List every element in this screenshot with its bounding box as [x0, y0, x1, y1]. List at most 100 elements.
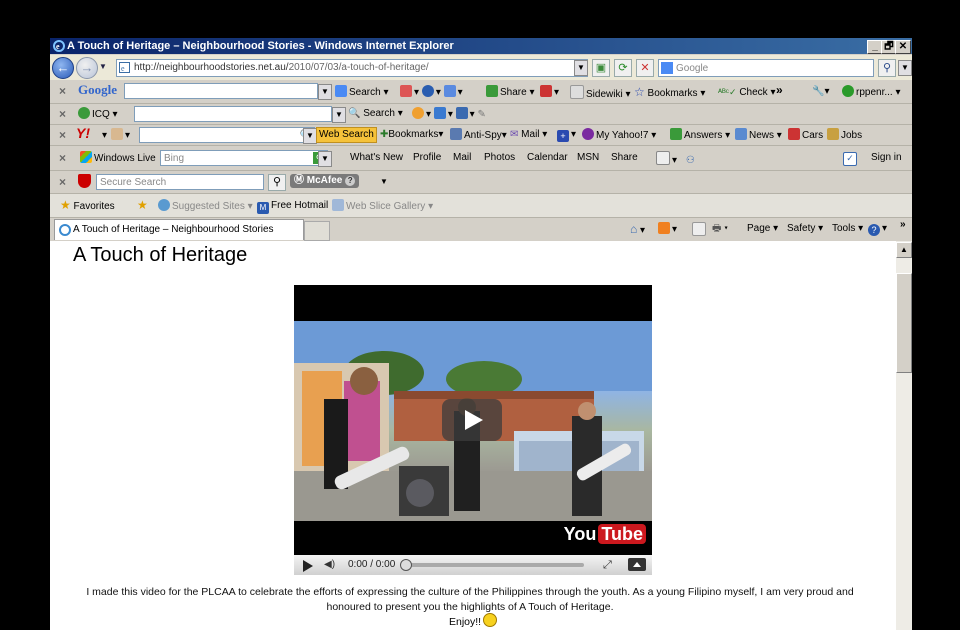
yahoo-plus-button[interactable]: + ▾	[557, 128, 576, 142]
share-label: Share	[500, 87, 527, 98]
live-calendar[interactable]: Calendar	[527, 151, 568, 165]
google-search-button[interactable]: Search ▾	[335, 85, 389, 100]
yahoo-dropdown-icon[interactable]: ▼	[303, 128, 317, 144]
video-thumbnail[interactable]	[294, 321, 652, 521]
refresh-icon[interactable]: ⟳	[614, 59, 632, 77]
mcafee-dropdown-icon[interactable]: ▼	[380, 175, 388, 189]
popout-icon[interactable]	[628, 558, 646, 571]
safety-menu[interactable]: Safety ▾	[787, 222, 823, 236]
close-toolbar-icon[interactable]: ×	[59, 175, 66, 189]
yahoo-bookmarks-button[interactable]: ✚Bookmarks▾	[380, 128, 443, 142]
yahoo-search-input[interactable]: 🔍	[139, 127, 315, 143]
progress-track[interactable]	[404, 563, 584, 567]
search-go-icon[interactable]: ⚲	[878, 59, 896, 77]
more-chevron-icon[interactable]: »	[776, 83, 783, 97]
suggested-sites-icon	[158, 199, 170, 211]
close-toolbar-icon[interactable]: ×	[59, 151, 66, 165]
google-share-button[interactable]: Share ▾	[486, 85, 535, 100]
back-button[interactable]: ←	[52, 57, 74, 79]
sidewiki-button[interactable]: Sidewiki ▾	[570, 85, 631, 102]
progress-handle[interactable]	[400, 559, 412, 571]
home-button[interactable]: ⌂ ▾	[630, 222, 645, 238]
popup-blocker-button[interactable]: ▾	[540, 85, 559, 100]
icq-search-button[interactable]: 🔍 Search ▾	[348, 107, 403, 121]
google-toolbar-input[interactable]	[124, 83, 318, 99]
my-yahoo-button[interactable]: My Yahoo!7 ▾	[582, 128, 656, 143]
favorites-button[interactable]: ★ Favorites	[60, 198, 115, 214]
live-share[interactable]: Share	[611, 151, 638, 165]
more-commands-icon[interactable]: »	[900, 218, 906, 232]
icq-logo[interactable]: ICQ ▾	[78, 107, 118, 122]
stop-icon[interactable]: ✕	[636, 59, 654, 77]
tab-active[interactable]: A Touch of Heritage – Neighbourhood Stor…	[54, 219, 304, 240]
suggested-sites-link[interactable]: Suggested Sites ▾	[158, 199, 253, 214]
forward-button[interactable]: →	[76, 57, 98, 79]
google-search-input[interactable]: Google	[658, 59, 874, 77]
vertical-scrollbar[interactable]: ▲	[896, 241, 912, 630]
read-mail-icon[interactable]	[692, 222, 708, 239]
scroll-up-icon[interactable]: ▲	[896, 242, 912, 258]
volume-icon[interactable]: ◀)	[324, 559, 335, 571]
jobs-button[interactable]: Jobs	[827, 128, 862, 143]
feeds-button[interactable]: ▾	[658, 222, 677, 237]
toolbar-icon-group[interactable]: ▾ ▾ ▾	[400, 85, 463, 100]
bing-dropdown-icon[interactable]: ▼	[318, 151, 332, 167]
answers-button[interactable]: Answers ▾	[670, 128, 730, 143]
globe-icon	[421, 85, 434, 97]
address-dropdown-icon[interactable]: ▼	[574, 60, 588, 76]
sign-in-link[interactable]: Sign in	[871, 151, 902, 165]
compatibility-view-icon[interactable]: ▣	[592, 59, 610, 77]
web-slice-gallery-link[interactable]: Web Slice Gallery ▾	[332, 199, 433, 214]
live-tool-icons[interactable]: ▾ ⚇	[656, 151, 695, 168]
tools-menu[interactable]: Tools ▾	[832, 222, 863, 236]
yahoo-mail-button[interactable]: ✉ Mail ▾	[510, 128, 547, 142]
google-bookmarks-button[interactable]: ☆ Bookmarks ▾	[634, 85, 705, 101]
youtube-logo[interactable]: You Tube	[564, 523, 646, 545]
recent-pages-dropdown-icon[interactable]: ▼	[99, 62, 107, 71]
close-button[interactable]: ✕	[895, 40, 911, 54]
search-options-icon[interactable]: ▼	[898, 60, 912, 76]
play-overlay-icon[interactable]	[442, 399, 502, 441]
google-account-button[interactable]: rppenr... ▾	[842, 85, 901, 100]
free-hotmail-link[interactable]: M Free Hotmail	[257, 199, 328, 214]
address-input[interactable]: e http://neighbourhoodstories.net.au/201…	[116, 59, 588, 77]
live-photos[interactable]: Photos	[484, 151, 515, 165]
icq-tool-icons[interactable]: ▾ ▾ ▾ ✎	[412, 107, 486, 122]
cars-button[interactable]: Cars	[788, 128, 823, 143]
yahoo-logo[interactable]: Y!	[76, 126, 90, 140]
close-toolbar-icon[interactable]: ×	[59, 84, 66, 98]
news-button[interactable]: News ▾	[735, 128, 782, 143]
bing-search-input[interactable]: Bing⚲	[160, 150, 328, 166]
close-toolbar-icon[interactable]: ×	[59, 128, 66, 142]
live-mail[interactable]: Mail	[453, 151, 471, 165]
yahoo-avatar-button[interactable]: ▾ ▾	[102, 128, 130, 143]
google-user-label: rppenr...	[856, 87, 893, 98]
web-search-button[interactable]: Web Search	[316, 127, 377, 143]
icq-search-input[interactable]	[134, 106, 332, 122]
fullscreen-icon[interactable]: ⤢	[603, 559, 612, 571]
secure-search-go-icon[interactable]: ⚲	[268, 174, 286, 191]
news-label: News	[749, 130, 775, 141]
live-msn[interactable]: MSN	[577, 151, 599, 165]
live-profile[interactable]: Profile	[413, 151, 441, 165]
spellcheck-button[interactable]: ᴬᴮᶜ✓ Check ▾	[718, 85, 776, 100]
mcafee-button[interactable]: Ⓜ McAfee ?	[290, 174, 360, 188]
close-toolbar-icon[interactable]: ×	[59, 107, 66, 121]
help-menu[interactable]: ? ▾	[868, 222, 887, 236]
checkbox-icon[interactable]: ✓	[843, 150, 859, 166]
antispy-button[interactable]: Anti-Spy▾	[450, 128, 507, 143]
google-dropdown-icon[interactable]: ▼	[318, 84, 332, 100]
news-icon	[735, 128, 747, 140]
secure-search-input[interactable]: Secure Search	[96, 174, 264, 190]
live-whats-new[interactable]: What's New	[350, 151, 403, 165]
print-button[interactable]: 🖶 ▾	[712, 222, 728, 236]
add-favorites-icon[interactable]: ★	[137, 198, 148, 214]
scroll-thumb[interactable]	[896, 273, 912, 373]
page-menu[interactable]: Page ▾	[747, 222, 778, 236]
new-tab-button[interactable]	[304, 221, 330, 241]
windows-live-logo[interactable]: Windows Live	[80, 151, 156, 166]
wrench-settings-button[interactable]: 🔧▾	[812, 85, 829, 99]
icq-dropdown-icon[interactable]: ▼	[332, 107, 346, 123]
video-player[interactable]: You Tube ◀) 0:00 / 0:00 ⤢	[294, 285, 652, 575]
play-icon[interactable]	[303, 560, 313, 572]
